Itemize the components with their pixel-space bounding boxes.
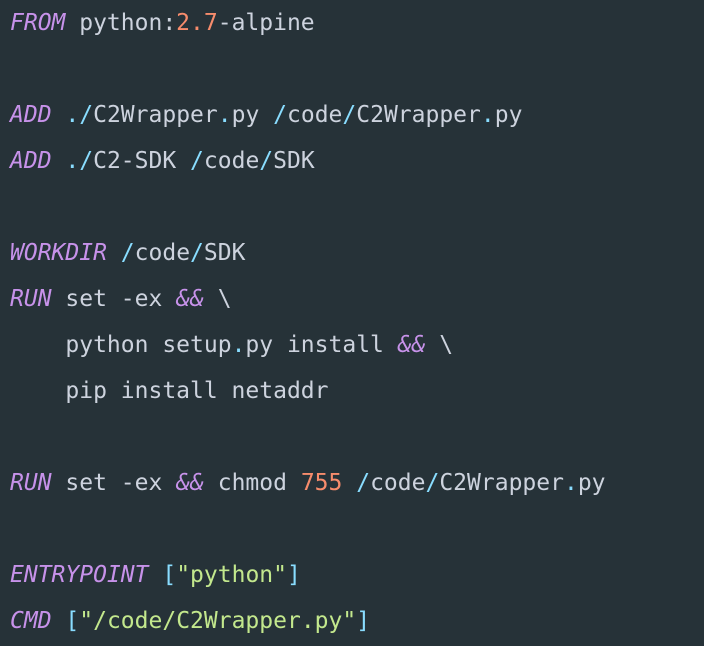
punctuation-token: / <box>120 240 135 266</box>
code-line: WORKDIR /code/SDK <box>10 230 606 276</box>
punctuation-token: / <box>259 148 274 174</box>
punctuation-token: / <box>190 148 204 174</box>
keyword-token: && <box>176 286 204 312</box>
keyword-token: RUN <box>10 286 52 312</box>
punctuation-token: [ <box>162 562 177 588</box>
number-token: 2.7 <box>176 10 218 36</box>
code-line: ADD ./C2Wrapper.py /code/C2Wrapper.py <box>10 92 606 138</box>
punctuation-token: . <box>563 470 578 496</box>
punctuation-token: ./ <box>65 148 94 174</box>
code-line: FROM python:2.7-alpine <box>10 0 606 46</box>
punctuation-token: / <box>342 102 357 128</box>
text-token: C2Wrapper <box>356 102 481 128</box>
text-token: C2Wrapper <box>439 470 564 496</box>
keyword-token: ENTRYPOINT <box>10 562 149 588</box>
code-line: python setup.py install && \ <box>10 322 606 368</box>
text-token: pip install netaddr <box>10 378 329 404</box>
code-line: RUN set -ex && chmod 755 /code/C2Wrapper… <box>10 460 606 506</box>
text-token: py <box>494 102 523 128</box>
text-token: SDK <box>203 240 246 266</box>
text-token: py <box>577 470 606 496</box>
text-token: code <box>203 148 260 174</box>
keyword-token: WORKDIR <box>10 240 107 266</box>
text-token: -alpine <box>217 10 315 36</box>
dockerfile-code-block: FROM python:2.7-alpine ADD ./C2Wrapper.py… <box>10 0 606 644</box>
text-token: set -ex <box>51 470 177 496</box>
string-token: "python" <box>176 562 287 588</box>
punctuation-token: / <box>190 240 204 266</box>
number-token: 755 <box>300 470 343 496</box>
punctuation-token: ./ <box>65 102 94 128</box>
code-line: pip install netaddr <box>10 368 606 414</box>
text-token: C2-SDK <box>93 148 191 174</box>
text-token: chmod <box>203 470 301 496</box>
keyword-token: RUN <box>10 470 52 496</box>
keyword-token: ADD <box>10 102 52 128</box>
text-token: py install <box>245 332 398 358</box>
string-token: "/code/C2Wrapper.py" <box>79 608 357 634</box>
keyword-token: && <box>397 332 426 358</box>
text-token: \ <box>425 332 454 358</box>
keyword-token: ADD <box>10 148 52 174</box>
punctuation-token: . <box>231 332 246 358</box>
punctuation-token: . <box>217 102 232 128</box>
punctuation-token: ] <box>356 608 371 634</box>
text-token: python setup <box>10 332 232 358</box>
code-line: CMD ["/code/C2Wrapper.py"] <box>10 598 606 644</box>
code-line: ADD ./C2-SDK /code/SDK <box>10 138 606 184</box>
keyword-token: CMD <box>10 608 52 634</box>
punctuation-token: [ <box>65 608 80 634</box>
text-token: code <box>287 102 343 128</box>
text-token: set -ex <box>51 286 177 312</box>
punctuation-token: / <box>356 470 371 496</box>
keyword-token: && <box>176 470 204 496</box>
text-token: py <box>231 102 274 128</box>
text-token: SDK <box>273 148 315 174</box>
text-token: code <box>134 240 191 266</box>
punctuation-token: / <box>425 470 440 496</box>
text-token: python: <box>65 10 177 36</box>
punctuation-token: . <box>480 102 495 128</box>
punctuation-token: ] <box>286 562 301 588</box>
text-token: \ <box>203 286 232 312</box>
keyword-token: FROM <box>10 10 66 36</box>
code-line: ENTRYPOINT ["python"] <box>10 552 606 598</box>
punctuation-token: / <box>273 102 287 128</box>
text-token: C2Wrapper <box>93 102 218 128</box>
text-token: code <box>370 470 426 496</box>
code-line: RUN set -ex && \ <box>10 276 606 322</box>
